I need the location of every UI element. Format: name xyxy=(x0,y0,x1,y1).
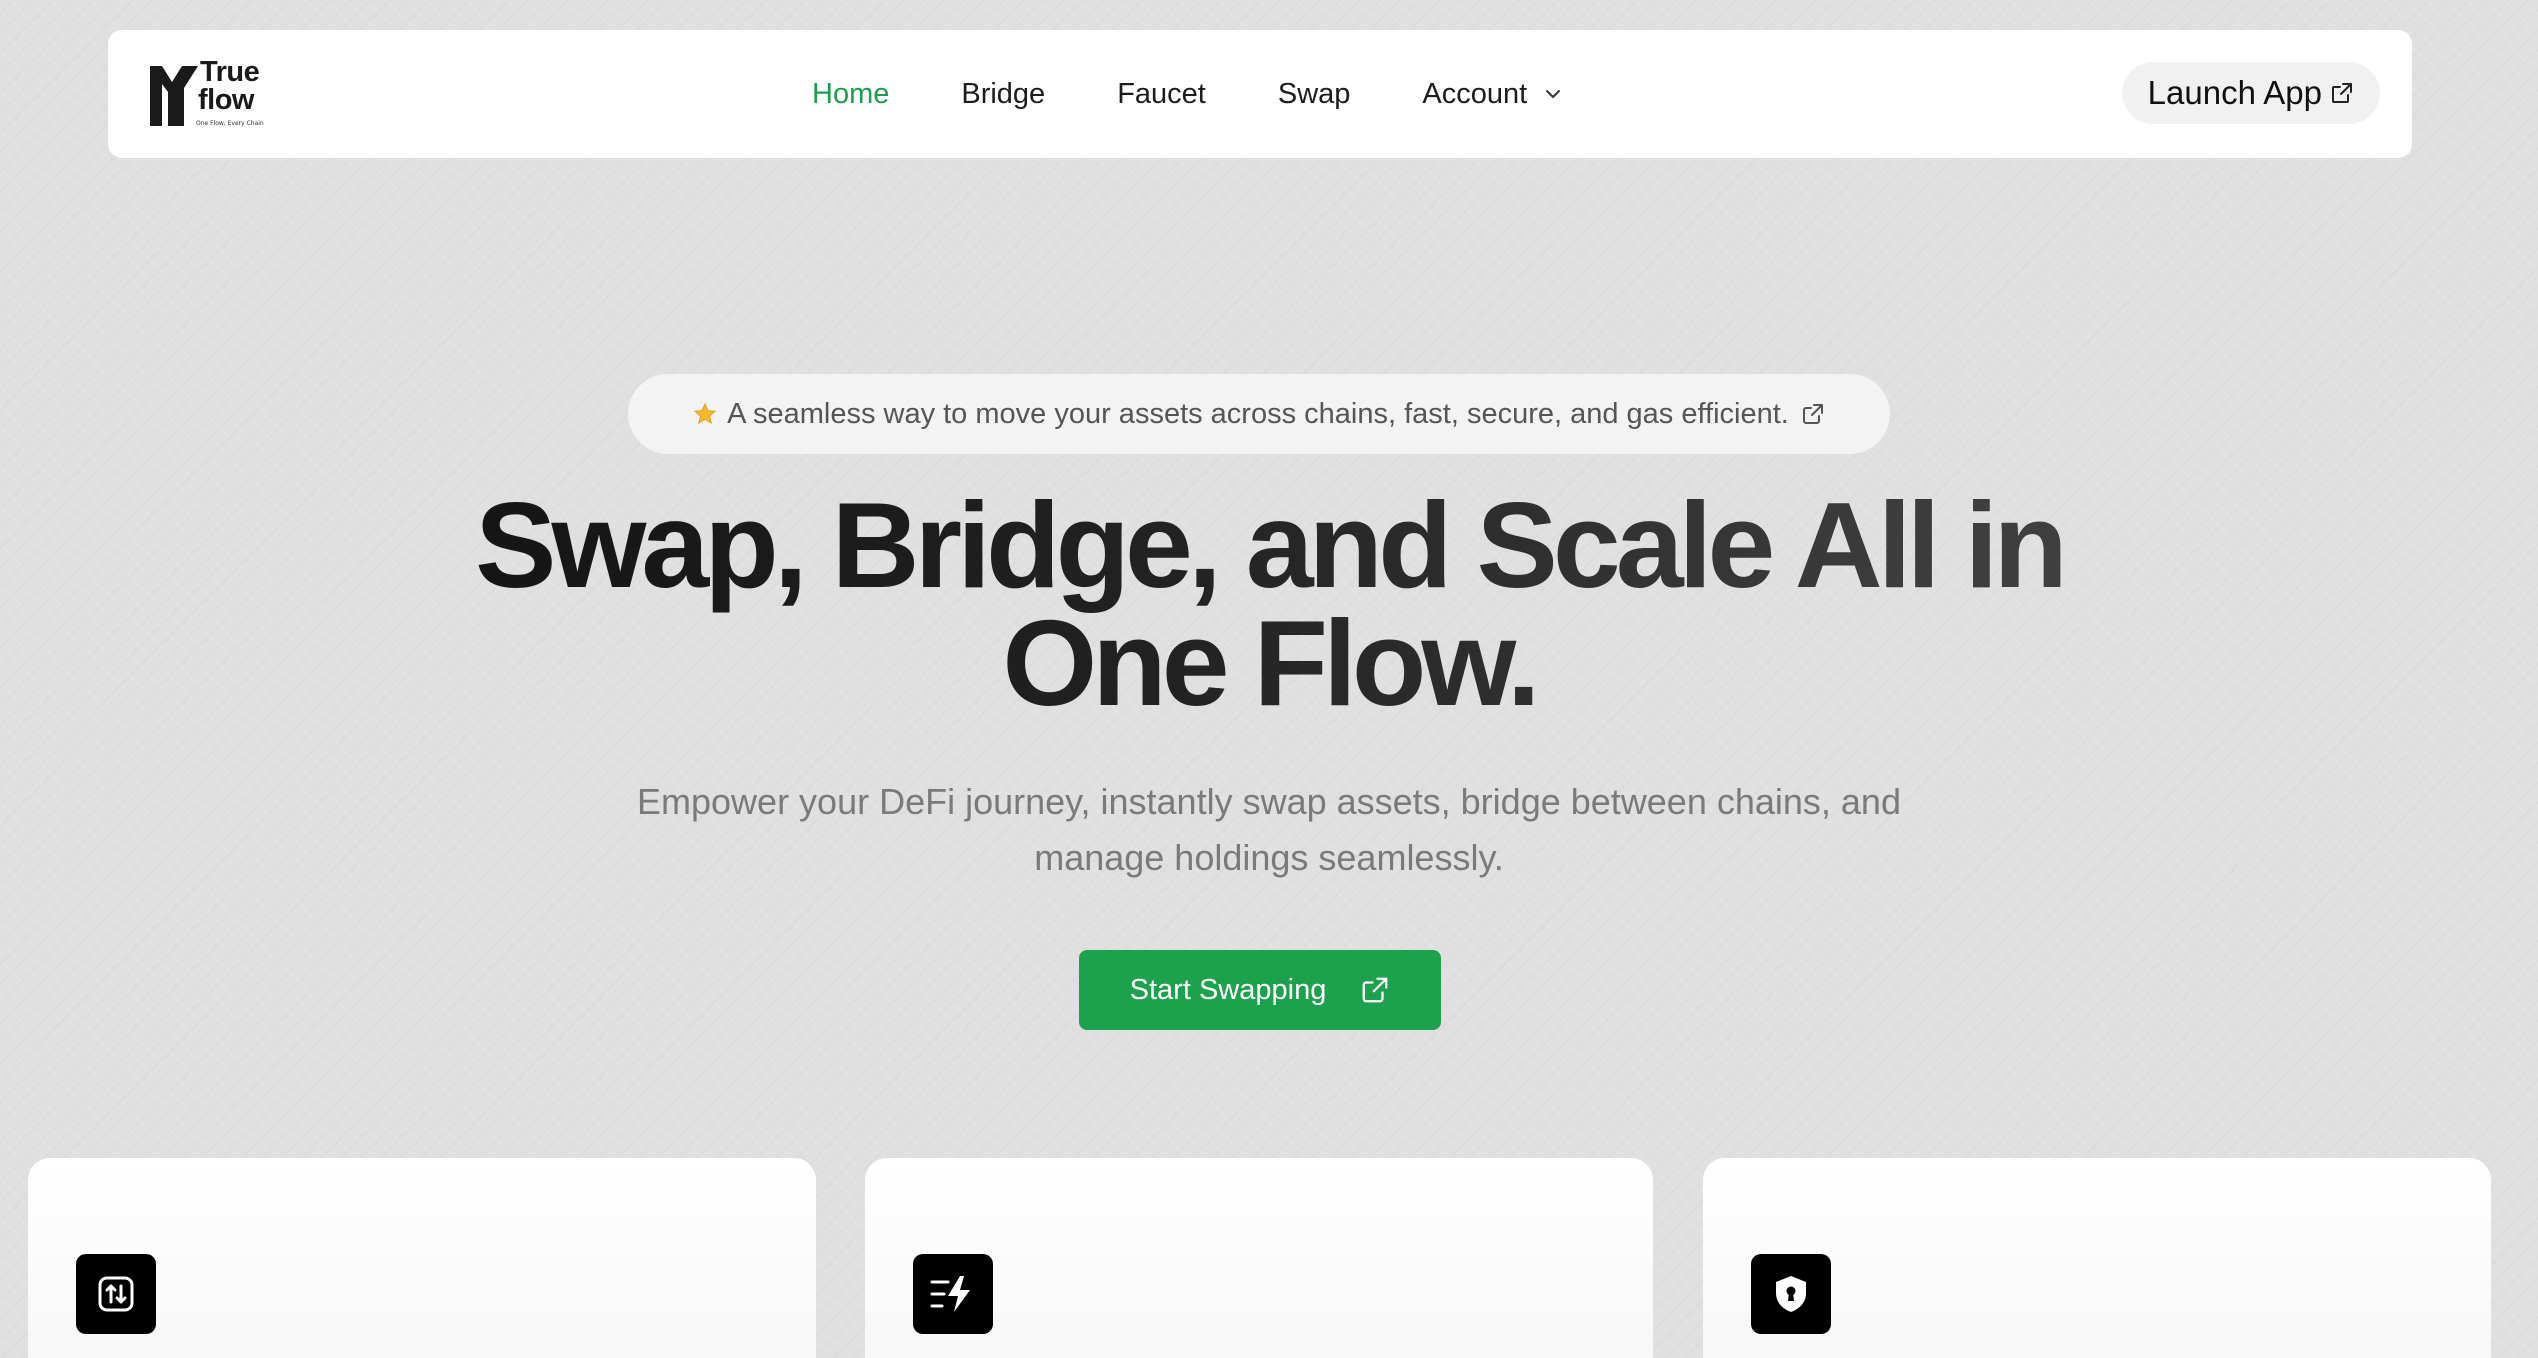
external-link-icon xyxy=(1362,977,1388,1003)
hero-subtitle: Empower your DeFi journey, instantly swa… xyxy=(569,774,1969,886)
feature-card-fast xyxy=(865,1158,1653,1358)
nav-faucet[interactable]: Faucet xyxy=(1117,78,1206,111)
hero-title-line1: Swap, Bridge, and Scale All in xyxy=(475,477,2063,613)
external-link-icon xyxy=(2332,83,2352,103)
logo-tagline: One Flow, Every Chain xyxy=(196,120,264,127)
launch-app-button[interactable]: Launch App xyxy=(2121,62,2380,124)
start-swapping-button[interactable]: Start Swapping xyxy=(1079,950,1441,1030)
top-navbar: True flow One Flow, Every Chain Home Bri… xyxy=(108,30,2412,158)
hero-title: Swap, Bridge, and Scale All in One Flow. xyxy=(269,486,2269,722)
swap-arrows-icon xyxy=(76,1254,156,1334)
feature-card-secure xyxy=(1703,1158,2491,1358)
hero-subtitle-line2: manage holdings seamlessly. xyxy=(1034,837,1504,878)
fast-bolt-icon xyxy=(913,1254,993,1334)
hero-title-line2: One Flow. xyxy=(1002,595,1536,731)
nav-home[interactable]: Home xyxy=(812,78,889,111)
logo-text-flow: flow xyxy=(198,84,255,116)
external-link-icon xyxy=(1801,402,1825,426)
shield-lock-icon xyxy=(1751,1254,1831,1334)
announcement-pill[interactable]: A seamless way to move your assets acros… xyxy=(628,374,1890,454)
nav-swap[interactable]: Swap xyxy=(1278,78,1351,111)
feature-card-swap xyxy=(28,1158,816,1358)
launch-app-label: Launch App xyxy=(2147,74,2322,111)
truflow-logo[interactable]: True flow One Flow, Every Chain xyxy=(148,54,268,136)
star-icon xyxy=(693,402,717,426)
logo-text-true: True xyxy=(200,56,260,88)
nav-account[interactable]: Account xyxy=(1422,78,1561,111)
nav-links: Home Bridge Faucet Swap Account xyxy=(812,30,1633,158)
nav-bridge[interactable]: Bridge xyxy=(961,78,1045,111)
hero-subtitle-line1: Empower your DeFi journey, instantly swa… xyxy=(637,781,1901,822)
start-swapping-label: Start Swapping xyxy=(1129,973,1327,1006)
nav-account-label: Account xyxy=(1422,77,1528,110)
chevron-down-icon xyxy=(1545,89,1561,99)
announcement-text: A seamless way to move your assets acros… xyxy=(727,397,1789,430)
